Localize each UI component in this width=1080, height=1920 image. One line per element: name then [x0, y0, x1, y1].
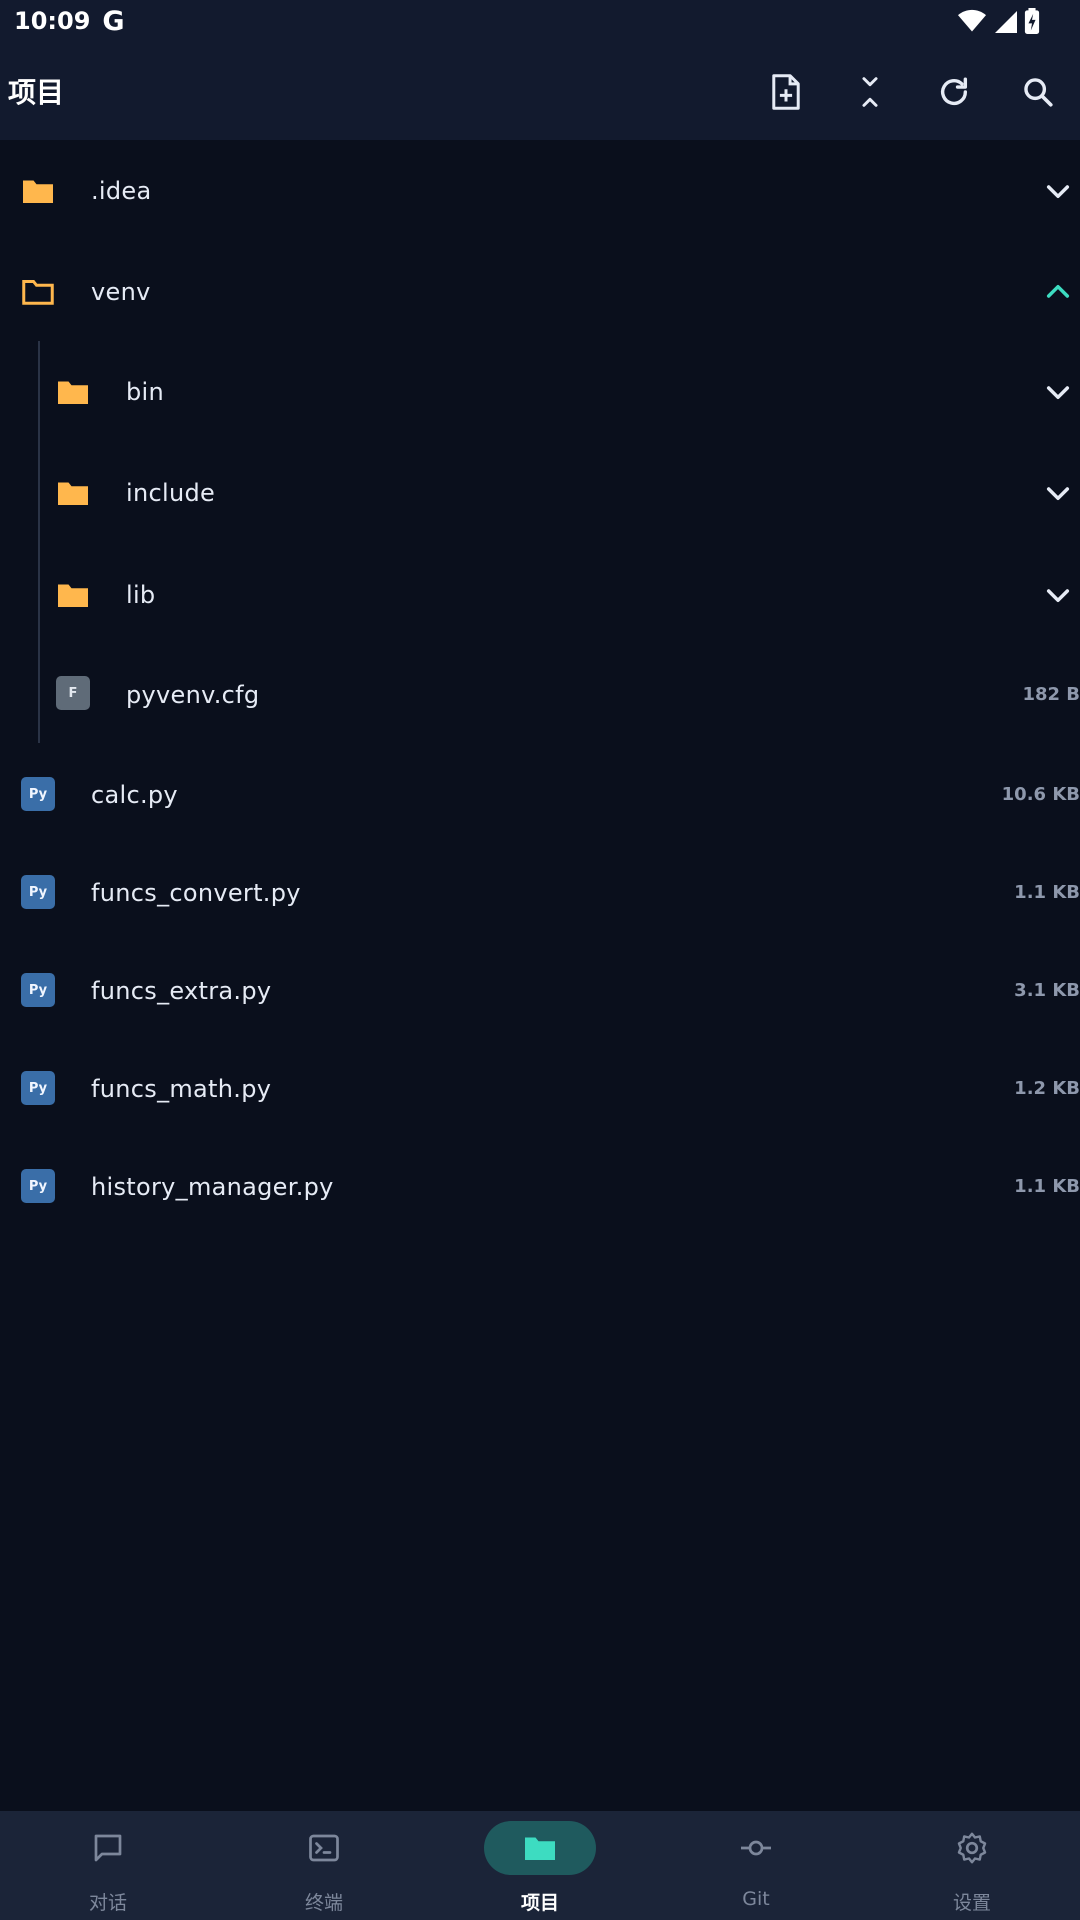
tree-item-venv[interactable]: venv: [0, 252, 1080, 332]
tree-item-idea[interactable]: .idea: [0, 151, 1080, 231]
tree-item-calc-py[interactable]: Py calc.py 10.6 KB: [0, 755, 1080, 835]
folder-icon: [58, 482, 88, 505]
chevron-up-icon[interactable]: [1042, 276, 1074, 308]
nav-settings[interactable]: 设置: [864, 1811, 1080, 1920]
refresh-button[interactable]: [929, 67, 979, 117]
app-bar: 项目: [0, 42, 1080, 140]
bottom-navigation: 对话 终端 项目 Git 设置: [0, 1811, 1080, 1920]
nav-label: 项目: [520, 1892, 559, 1914]
nav-label: 终端: [304, 1892, 343, 1914]
tree-item-label: calc.py: [91, 781, 178, 809]
status-icons: [958, 8, 1040, 34]
wifi-icon: [958, 9, 986, 32]
nav-icon-container: [484, 1821, 596, 1875]
tree-item-label: include: [126, 479, 216, 507]
tree-item-label: .idea: [91, 177, 152, 205]
folder-open-icon: [22, 280, 54, 305]
folder-icon: [23, 180, 53, 203]
python-file-icon: Py: [21, 875, 55, 909]
nav-project[interactable]: 项目: [432, 1811, 648, 1920]
battery-charging-icon: [1024, 8, 1040, 34]
chevron-down-icon[interactable]: [1042, 175, 1074, 207]
settings-icon: [957, 1832, 987, 1864]
nav-chat[interactable]: 对话: [0, 1811, 216, 1920]
search-icon: [1024, 78, 1053, 107]
python-file-icon: Py: [21, 973, 55, 1007]
git-commit-icon: [741, 1840, 771, 1856]
config-file-icon: F: [56, 676, 90, 710]
new-file-button[interactable]: [761, 67, 811, 117]
file-size: 1.2 KB: [1014, 1078, 1080, 1099]
tree-item-label: history_manager.py: [91, 1173, 334, 1201]
signal-icon: [995, 11, 1017, 33]
chat-icon: [94, 1834, 122, 1862]
nav-icon-container: [268, 1821, 380, 1875]
refresh-icon: [940, 77, 968, 105]
file-size: 3.1 KB: [1014, 980, 1080, 1001]
status-bar: 10:09 G: [0, 0, 1080, 42]
google-icon: G: [102, 5, 125, 37]
nav-icon-container: [52, 1821, 164, 1875]
new-file-icon: [772, 74, 800, 110]
tree-item-bin[interactable]: bin: [0, 352, 1080, 432]
tree-item-include[interactable]: include: [0, 453, 1080, 533]
folder-icon: [525, 1837, 555, 1860]
python-file-icon: Py: [21, 777, 55, 811]
python-file-icon: Py: [21, 1071, 55, 1105]
terminal-icon: [309, 1834, 339, 1862]
nav-icon-container: [700, 1821, 812, 1875]
nav-label: Git: [742, 1888, 770, 1910]
tree-item-label: bin: [126, 378, 165, 406]
file-size: 182 B: [1022, 684, 1080, 705]
tree-item-label: venv: [91, 278, 151, 306]
folder-icon: [58, 381, 88, 404]
file-size: 1.1 KB: [1014, 1176, 1080, 1197]
file-size: 10.6 KB: [1001, 784, 1080, 805]
collapse-all-button[interactable]: [845, 67, 895, 117]
search-button[interactable]: [1013, 67, 1063, 117]
folder-icon: [58, 584, 88, 607]
collapse-all-icon: [862, 77, 878, 107]
file-size: 1.1 KB: [1014, 882, 1080, 903]
nav-terminal[interactable]: 终端: [216, 1811, 432, 1920]
chevron-down-icon[interactable]: [1042, 579, 1074, 611]
tree-item-pyvenv-cfg[interactable]: F pyvenv.cfg 182 B: [0, 655, 1080, 735]
tree-item-label: funcs_convert.py: [91, 879, 301, 907]
nav-git[interactable]: Git: [648, 1811, 864, 1920]
tree-item-funcs-extra-py[interactable]: Py funcs_extra.py 3.1 KB: [0, 951, 1080, 1031]
nav-icon-container: [916, 1821, 1028, 1875]
tree-item-label: funcs_math.py: [91, 1075, 272, 1103]
chevron-down-icon[interactable]: [1042, 477, 1074, 509]
status-time: 10:09: [14, 7, 91, 35]
tree-item-funcs-math-py[interactable]: Py funcs_math.py 1.2 KB: [0, 1049, 1080, 1129]
chevron-down-icon[interactable]: [1042, 376, 1074, 408]
tree-item-funcs-convert-py[interactable]: Py funcs_convert.py 1.1 KB: [0, 853, 1080, 933]
tree-item-history-manager-py[interactable]: Py history_manager.py 1.1 KB: [0, 1147, 1080, 1227]
python-file-icon: Py: [21, 1169, 55, 1203]
nav-label: 设置: [952, 1892, 991, 1914]
page-title: 项目: [8, 76, 65, 109]
tree-item-label: pyvenv.cfg: [126, 681, 260, 709]
nav-label: 对话: [88, 1892, 127, 1914]
tree-item-label: lib: [126, 581, 156, 609]
tree-item-lib[interactable]: lib: [0, 555, 1080, 635]
tree-item-label: funcs_extra.py: [91, 977, 272, 1005]
